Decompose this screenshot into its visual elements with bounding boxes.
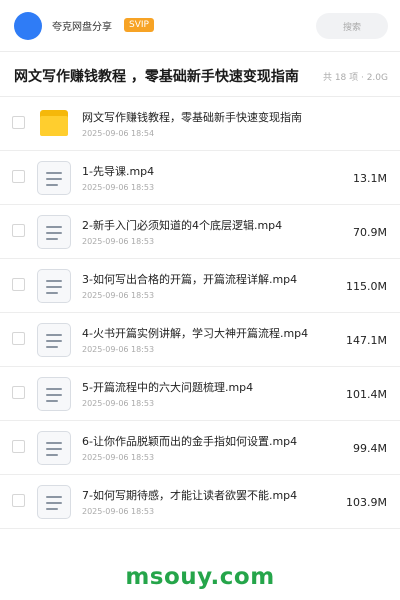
file-size: 70.9M [353, 226, 387, 239]
folder-icon [37, 107, 71, 141]
file-size: 103.9M [346, 496, 387, 509]
vip-badge: SVIP [124, 18, 154, 32]
list-item[interactable]: 7-如何写期待感，才能让读者欲罢不能.mp4 2025-09-06 18:53 … [0, 475, 400, 529]
file-time: 2025-09-06 18:53 [82, 291, 155, 300]
file-size: 13.1M [353, 172, 387, 185]
list-item-folder[interactable]: 网文写作赚钱教程，零基础新手快速变现指南 2025-09-06 18:54 [0, 97, 400, 151]
file-name: 5-开篇流程中的六大问题梳理.mp4 [82, 381, 254, 394]
row-checkbox[interactable] [12, 386, 25, 399]
file-name: 4-火书开篇实例讲解，学习大神开篇流程.mp4 [82, 327, 309, 340]
list-item[interactable]: 1-先导课.mp4 2025-09-06 18:53 13.1M [0, 151, 400, 205]
file-name: 网文写作赚钱教程，零基础新手快速变现指南 [82, 111, 302, 124]
top-bar: 夸克网盘分享 SVIP 搜索 [0, 0, 400, 52]
file-time: 2025-09-06 18:54 [82, 129, 155, 138]
row-checkbox[interactable] [12, 494, 25, 507]
file-size: 147.1M [346, 334, 387, 347]
row-checkbox[interactable] [12, 116, 25, 129]
file-time: 2025-09-06 18:53 [82, 345, 155, 354]
file-name: 1-先导课.mp4 [82, 165, 155, 178]
footer-domain: msouy.com [125, 564, 275, 590]
search-input[interactable]: 搜索 [316, 13, 388, 39]
document-icon [37, 377, 71, 411]
avatar[interactable] [14, 12, 42, 40]
document-icon [37, 161, 71, 195]
file-size: 99.4M [353, 442, 387, 455]
file-name: 3-如何写出合格的开篇，开篇流程详解.mp4 [82, 273, 298, 286]
file-name: 7-如何写期待感，才能让读者欲罢不能.mp4 [82, 489, 298, 502]
file-time: 2025-09-06 18:53 [82, 399, 155, 408]
share-title-bar: 网文写作赚钱教程 ，零基础新手快速变现指南 共 18 项 · 2.0G [0, 52, 400, 97]
document-icon [37, 431, 71, 465]
document-icon [37, 485, 71, 519]
file-name: 6-让你作品脱颖而出的金手指如何设置.mp4 [82, 435, 298, 448]
user-name: 夸克网盘分享 [52, 22, 112, 33]
row-checkbox[interactable] [12, 224, 25, 237]
file-size: 101.4M [346, 388, 387, 401]
document-icon [37, 215, 71, 249]
list-item[interactable]: 3-如何写出合格的开篇，开篇流程详解.mp4 2025-09-06 18:53 … [0, 259, 400, 313]
page-title: 网文写作赚钱教程 ，零基础新手快速变现指南 [14, 69, 299, 85]
file-time: 2025-09-06 18:53 [82, 453, 155, 462]
document-icon [37, 323, 71, 357]
row-checkbox[interactable] [12, 170, 25, 183]
file-name: 2-新手入门必须知道的4个底层逻辑.mp4 [82, 219, 283, 232]
row-checkbox[interactable] [12, 332, 25, 345]
file-size: 115.0M [346, 280, 387, 293]
list-item[interactable]: 2-新手入门必须知道的4个底层逻辑.mp4 2025-09-06 18:53 7… [0, 205, 400, 259]
document-icon [37, 269, 71, 303]
file-list: 网文写作赚钱教程，零基础新手快速变现指南 2025-09-06 18:54 1-… [0, 97, 400, 529]
row-checkbox[interactable] [12, 278, 25, 291]
row-checkbox[interactable] [12, 440, 25, 453]
list-item[interactable]: 4-火书开篇实例讲解，学习大神开篇流程.mp4 2025-09-06 18:53… [0, 313, 400, 367]
file-time: 2025-09-06 18:53 [82, 237, 155, 246]
list-item[interactable]: 5-开篇流程中的六大问题梳理.mp4 2025-09-06 18:53 101.… [0, 367, 400, 421]
list-item[interactable]: 6-让你作品脱颖而出的金手指如何设置.mp4 2025-09-06 18:53 … [0, 421, 400, 475]
file-time: 2025-09-06 18:53 [82, 507, 155, 516]
file-time: 2025-09-06 18:53 [82, 183, 155, 192]
share-meta: 共 18 项 · 2.0G [322, 73, 388, 83]
